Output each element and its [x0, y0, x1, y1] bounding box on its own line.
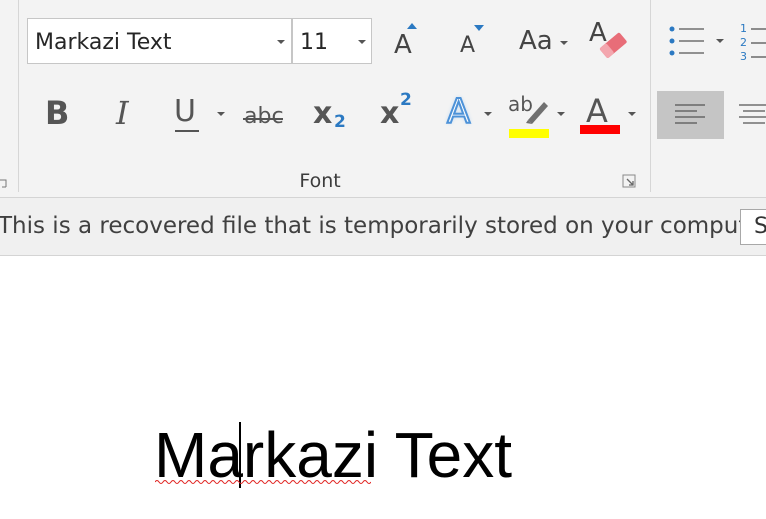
- numbering-lines-icon: [751, 28, 766, 58]
- bullets-button[interactable]: [666, 24, 726, 58]
- numbering-button[interactable]: 1 2 3: [738, 20, 766, 63]
- change-case-dropdown-icon[interactable]: [560, 41, 568, 45]
- clipboard-launcher-icon[interactable]: [0, 176, 8, 188]
- font-name-value: Markazi Text: [35, 30, 172, 55]
- change-case-icon: Aa: [519, 26, 553, 56]
- change-case-button[interactable]: Aa: [517, 24, 573, 62]
- strikethrough-button[interactable]: abc: [240, 96, 288, 136]
- underline-icon: U: [174, 94, 196, 129]
- text-effects-button[interactable]: A: [443, 91, 497, 138]
- underline-button[interactable]: U: [168, 92, 230, 138]
- bold-button[interactable]: B: [38, 92, 80, 138]
- grow-font-button[interactable]: A: [388, 22, 422, 62]
- align-center-icon: [739, 104, 766, 124]
- font-size-dropdown-icon[interactable]: [358, 40, 366, 44]
- clear-formatting-button[interactable]: A: [586, 18, 632, 64]
- superscript-button[interactable]: x 2: [378, 90, 420, 136]
- grow-arrow-icon: [407, 23, 417, 29]
- italic-icon: I: [116, 94, 129, 132]
- subscript-icon: x: [313, 96, 333, 131]
- font-color-dropdown-icon[interactable]: [628, 112, 636, 116]
- group-separator: [18, 0, 19, 192]
- superscript-mark: 2: [400, 90, 412, 110]
- font-size-combobox[interactable]: 11: [292, 18, 372, 64]
- strikethrough-icon: abc: [244, 104, 284, 129]
- numbering-mark-1: 1: [740, 22, 747, 35]
- text-effects-dropdown-icon[interactable]: [484, 112, 492, 116]
- numbering-mark-2: 2: [740, 36, 747, 49]
- align-left-icon: [675, 104, 705, 124]
- font-group-label: Font: [299, 170, 341, 192]
- eraser-icon: [600, 32, 627, 58]
- message-bar-button-label: S: [754, 214, 766, 239]
- bold-icon: B: [45, 94, 70, 132]
- strike-line: [243, 118, 283, 120]
- message-bar-save-button[interactable]: S: [740, 209, 766, 245]
- italic-button[interactable]: I: [106, 92, 146, 138]
- text-effects-icon: A: [446, 91, 471, 133]
- font-name-dropdown-icon[interactable]: [277, 40, 285, 44]
- bullets-dropdown-icon[interactable]: [716, 39, 724, 43]
- highlighter-pen-icon: [526, 102, 548, 124]
- subscript-mark: 2: [334, 112, 346, 132]
- align-left-button[interactable]: [657, 91, 724, 139]
- shrink-arrow-icon: [474, 25, 484, 31]
- subscript-button[interactable]: x 2: [310, 92, 352, 138]
- font-size-value: 11: [300, 30, 328, 55]
- font-color-button[interactable]: A: [579, 92, 641, 138]
- numbering-mark-3: 3: [740, 50, 747, 63]
- align-center-button[interactable]: [734, 91, 766, 139]
- highlight-dropdown-icon[interactable]: [557, 112, 565, 116]
- highlight-color-swatch: [509, 125, 549, 138]
- group-separator: [650, 0, 651, 192]
- underline-bar: [175, 130, 199, 132]
- grow-font-icon: A: [394, 30, 412, 60]
- ribbon: Markazi Text 11 A A Aa A B I U abc x 2 x…: [0, 0, 766, 198]
- bullets-icon: [669, 26, 704, 56]
- underline-dropdown-icon[interactable]: [217, 112, 225, 116]
- message-bar-text: This is a recovered file that is tempora…: [0, 213, 766, 239]
- superscript-icon: x: [380, 96, 400, 131]
- message-bar: This is a recovered file that is tempora…: [0, 198, 766, 256]
- font-name-combobox[interactable]: Markazi Text: [27, 18, 292, 64]
- font-dialog-launcher-icon[interactable]: [622, 174, 636, 188]
- shrink-font-button[interactable]: A: [455, 22, 489, 62]
- text-highlight-button[interactable]: ab: [506, 92, 570, 138]
- font-color-swatch: [580, 125, 620, 134]
- spelling-error-underline: [155, 480, 371, 484]
- shrink-font-icon: A: [460, 33, 476, 58]
